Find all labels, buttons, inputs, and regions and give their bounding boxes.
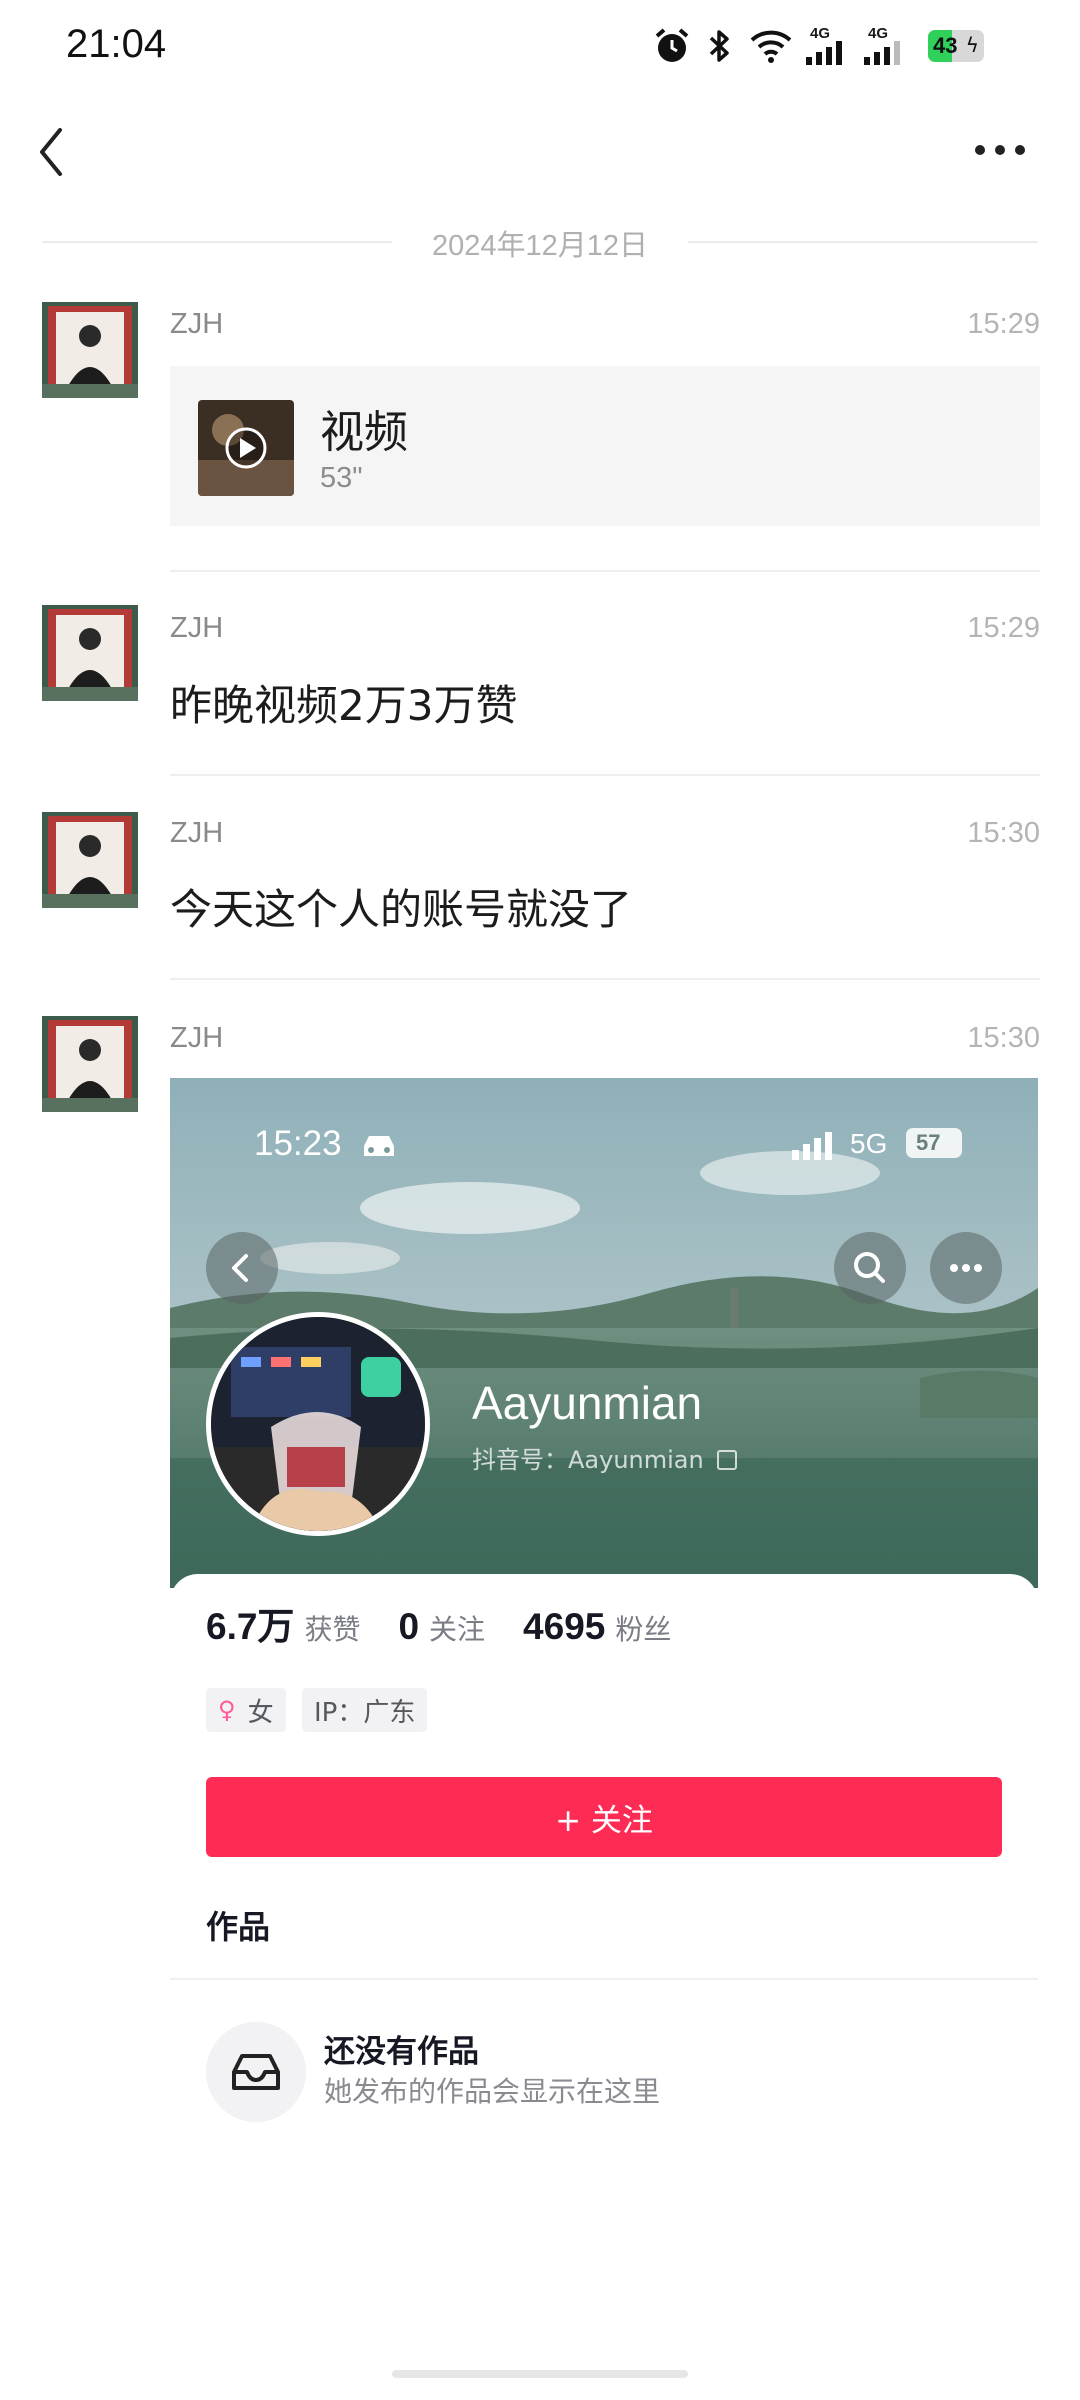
- message-time: 15:29: [967, 308, 1040, 340]
- sender-avatar[interactable]: [42, 812, 138, 908]
- sender-name: ZJH: [170, 612, 224, 644]
- shared-battery-level: 57: [916, 1130, 941, 1155]
- followers-count[interactable]: 4695: [523, 1606, 605, 1648]
- alarm-icon: [652, 26, 692, 66]
- profile-id-label: 抖音号：: [472, 1446, 568, 1474]
- signal-4g-icon-1: 4G: [806, 26, 854, 66]
- message-text[interactable]: 今天这个人的账号就没了: [170, 876, 632, 937]
- shared-signal-icon: [792, 1132, 840, 1164]
- profile-name: Aayunmian: [472, 1377, 703, 1429]
- video-thumbnail: [198, 400, 294, 496]
- works-tab-title[interactable]: 作品: [206, 1902, 270, 1948]
- message-time: 15:30: [967, 817, 1040, 849]
- sender-avatar[interactable]: [42, 302, 138, 398]
- home-indicator[interactable]: [392, 2370, 688, 2378]
- empty-works-title: 还没有作品: [324, 2034, 479, 2070]
- video-title: 视频: [320, 407, 408, 458]
- shared-search-icon[interactable]: [834, 1232, 906, 1304]
- following-label[interactable]: 关注: [429, 1608, 485, 1648]
- more-options-icon[interactable]: [970, 130, 1030, 170]
- shared-battery-icon: 57: [906, 1128, 962, 1158]
- back-icon[interactable]: [34, 122, 74, 182]
- bluetooth-icon: [704, 26, 736, 66]
- message-time: 15:29: [967, 612, 1040, 644]
- empty-works-subtitle: 她发布的作品会显示在这里: [324, 2075, 661, 2108]
- follow-button[interactable]: + 关注: [206, 1777, 1002, 1857]
- message-separator: [170, 978, 1040, 980]
- message-time: 15:30: [967, 1022, 1040, 1054]
- network-type-label: 4G: [810, 25, 831, 42]
- shared-image-message[interactable]: 15:23 5G 57 Aayunmian 抖音号：Aayunmian 6.7万…: [170, 1078, 1038, 2158]
- shared-status-time: 15:23: [254, 1124, 342, 1163]
- message-separator: [170, 774, 1040, 776]
- sender-name: ZJH: [170, 308, 224, 340]
- network-type-label: 4G: [868, 25, 889, 42]
- sender-name: ZJH: [170, 817, 224, 849]
- status-time: 21:04: [66, 22, 167, 66]
- shared-more-icon[interactable]: [930, 1232, 1002, 1304]
- likes-label: 获赞: [304, 1613, 361, 1646]
- profile-stats: 6.7万 获赞 0 关注 4695 粉丝: [206, 1596, 671, 1650]
- shared-network-label: 5G: [850, 1128, 888, 1159]
- works-divider: [170, 1978, 1038, 1980]
- sender-avatar[interactable]: [42, 1016, 138, 1112]
- profile-id-value: Aayunmian: [568, 1446, 704, 1474]
- message-separator: [170, 570, 1040, 572]
- battery-level: 43: [933, 33, 958, 58]
- female-icon: ♀: [218, 1696, 236, 1724]
- battery-icon: 43 ϟ: [924, 26, 988, 66]
- copy-icon[interactable]: [717, 1450, 738, 1470]
- divider-line: [688, 241, 1038, 243]
- profile-id: 抖音号：Aayunmian: [472, 1440, 738, 1475]
- signal-4g-icon-2: 4G: [864, 26, 912, 66]
- following-count[interactable]: 0: [398, 1606, 419, 1648]
- profile-info-card: 6.7万 获赞 0 关注 4695 粉丝 ♀ 女 IP：广东 + 关注 作品 还…: [170, 1574, 1038, 2158]
- inbox-empty-icon: [206, 2022, 306, 2122]
- gender-tag-text: 女: [247, 1697, 274, 1728]
- car-icon: [360, 1132, 398, 1164]
- message-text[interactable]: 昨晚视频2万3万赞: [170, 672, 517, 733]
- video-message-card[interactable]: 视频 53": [170, 366, 1040, 526]
- likes-count: 6.7万: [206, 1606, 295, 1647]
- sender-avatar[interactable]: [42, 605, 138, 701]
- followers-label[interactable]: 粉丝: [615, 1608, 671, 1648]
- shared-back-button[interactable]: [206, 1232, 278, 1304]
- gender-tag: ♀ 女: [206, 1688, 286, 1732]
- ip-tag: IP：广东: [302, 1688, 428, 1732]
- sender-name: ZJH: [170, 1022, 224, 1054]
- wifi-icon: [748, 26, 794, 66]
- video-duration: 53": [320, 462, 363, 494]
- date-divider: 2024年12月12日: [431, 230, 649, 262]
- profile-avatar[interactable]: [206, 1312, 430, 1536]
